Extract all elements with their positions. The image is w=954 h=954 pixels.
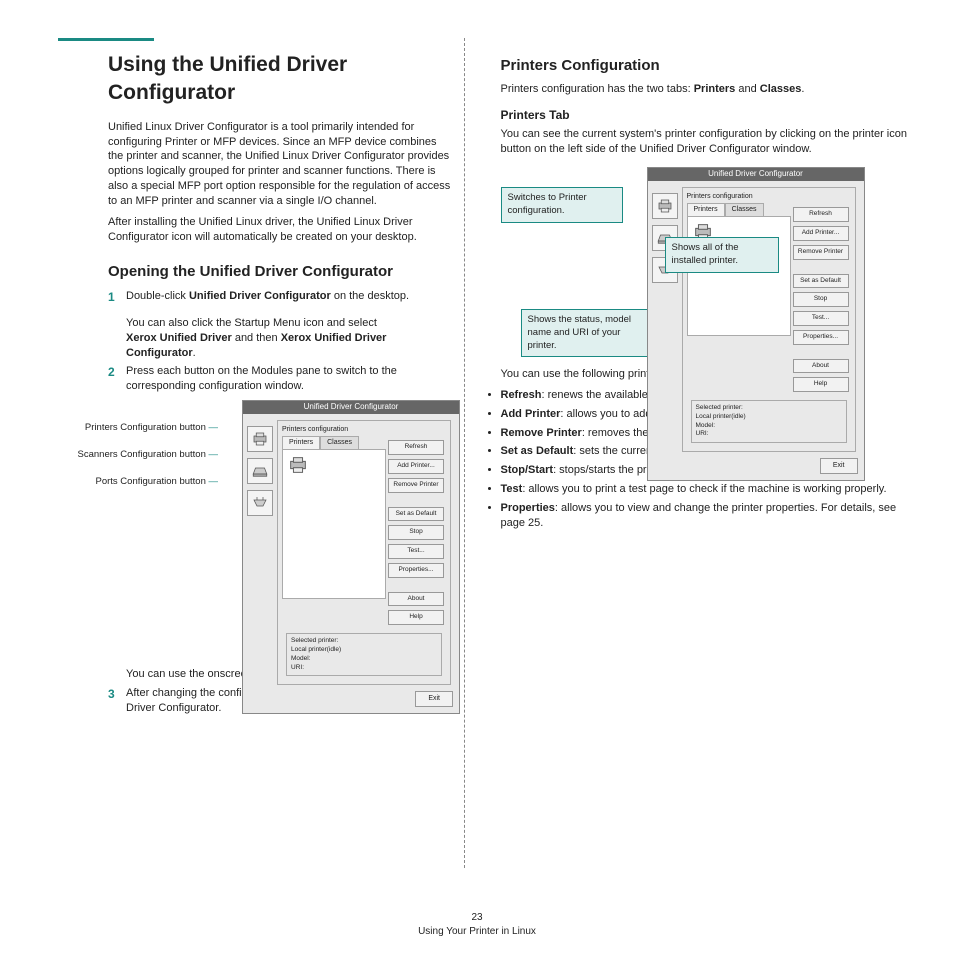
heading-opening: Opening the Unified Driver Configurator [108,262,454,282]
exit-button[interactable]: Exit [820,458,858,473]
selected-printer-panel: Selected printer: Local printer(idle) Mo… [286,633,442,676]
panel-label: Printers configuration [282,425,446,434]
printer-icon [287,454,309,476]
step-number: 3 [108,686,126,716]
configurator-window-2: Unified Driver Configurator [647,167,865,481]
set-default-button[interactable]: Set as Default [793,274,849,289]
window-titlebar: Unified Driver Configurator [648,168,864,181]
intro-para-2: After installing the Unified Linux drive… [108,215,454,245]
figure-2: Switches to Printer configuration. Shows… [501,167,917,367]
stop-button[interactable]: Stop [388,525,444,540]
ports-config-button[interactable] [247,490,273,516]
tab-printers[interactable]: Printers [282,436,320,449]
printer-list[interactable] [687,216,791,336]
remove-printer-button[interactable]: Remove Printer [793,245,849,260]
help-button[interactable]: Help [388,610,444,625]
add-printer-button[interactable]: Add Printer... [793,226,849,241]
list-item: Properties: allows you to view and chang… [501,501,917,531]
exit-button[interactable]: Exit [415,691,453,706]
callout-installed-printers: Shows all of the installed printer. [665,237,779,273]
window-titlebar: Unified Driver Configurator [243,401,459,414]
step-1: 1 Double-click Unified Driver Configurat… [108,289,454,305]
step-1-sub: You can also click the Startup Menu icon… [126,316,454,361]
heading-printers-tab: Printers Tab [501,107,917,123]
callout-scanners-button: Scanners Configuration button — [38,449,218,462]
right-intro: Printers configuration has the two tabs:… [501,82,917,97]
test-button[interactable]: Test... [388,544,444,559]
tab-printers[interactable]: Printers [687,203,725,216]
callout-switch-printer: Switches to Printer configuration. [501,187,623,223]
printer-list[interactable] [282,449,386,599]
add-printer-button[interactable]: Add Printer... [388,459,444,474]
refresh-button[interactable]: Refresh [388,440,444,455]
list-item: Test: allows you to print a test page to… [501,482,917,497]
callout-ports-button: Ports Configuration button — [38,476,218,489]
tab-classes[interactable]: Classes [725,203,764,216]
section-rule [58,38,154,41]
set-default-button[interactable]: Set as Default [388,507,444,522]
properties-button[interactable]: Properties... [388,563,444,578]
about-button[interactable]: About [388,592,444,607]
configurator-window: Unified Driver Configurator [242,400,460,714]
printers-config-button[interactable] [247,426,273,452]
refresh-button[interactable]: Refresh [793,207,849,222]
column-divider [464,38,465,868]
printers-config-button[interactable] [652,193,678,219]
heading-printers-config: Printers Configuration [501,56,917,76]
step-number: 2 [108,364,126,394]
properties-button[interactable]: Properties... [793,330,849,345]
callout-printers-button: Printers Configuration button — [38,422,218,435]
scanners-config-button[interactable] [247,458,273,484]
step-number: 1 [108,289,126,305]
step-2: 2 Press each button on the Modules pane … [108,364,454,394]
right-p1: You can see the current system's printer… [501,127,917,157]
about-button[interactable]: About [793,359,849,374]
selected-printer-panel: Selected printer: Local printer(idle) Mo… [691,400,847,443]
footer-title: Using Your Printer in Linux [0,925,954,939]
panel-label: Printers configuration [687,192,851,201]
tab-classes[interactable]: Classes [320,436,359,449]
test-button[interactable]: Test... [793,311,849,326]
stop-button[interactable]: Stop [793,292,849,307]
page-number: 23 [0,911,954,925]
remove-printer-button[interactable]: Remove Printer [388,478,444,493]
help-button[interactable]: Help [793,377,849,392]
page-footer: 23 Using Your Printer in Linux [0,911,954,938]
intro-para-1: Unified Linux Driver Configurator is a t… [108,120,454,209]
figure-1: Printers Configuration button — Scanners… [38,400,454,656]
callout-status-info: Shows the status, model name and URI of … [521,309,655,357]
heading-main: Using the Unified Driver Configurator [108,51,454,108]
